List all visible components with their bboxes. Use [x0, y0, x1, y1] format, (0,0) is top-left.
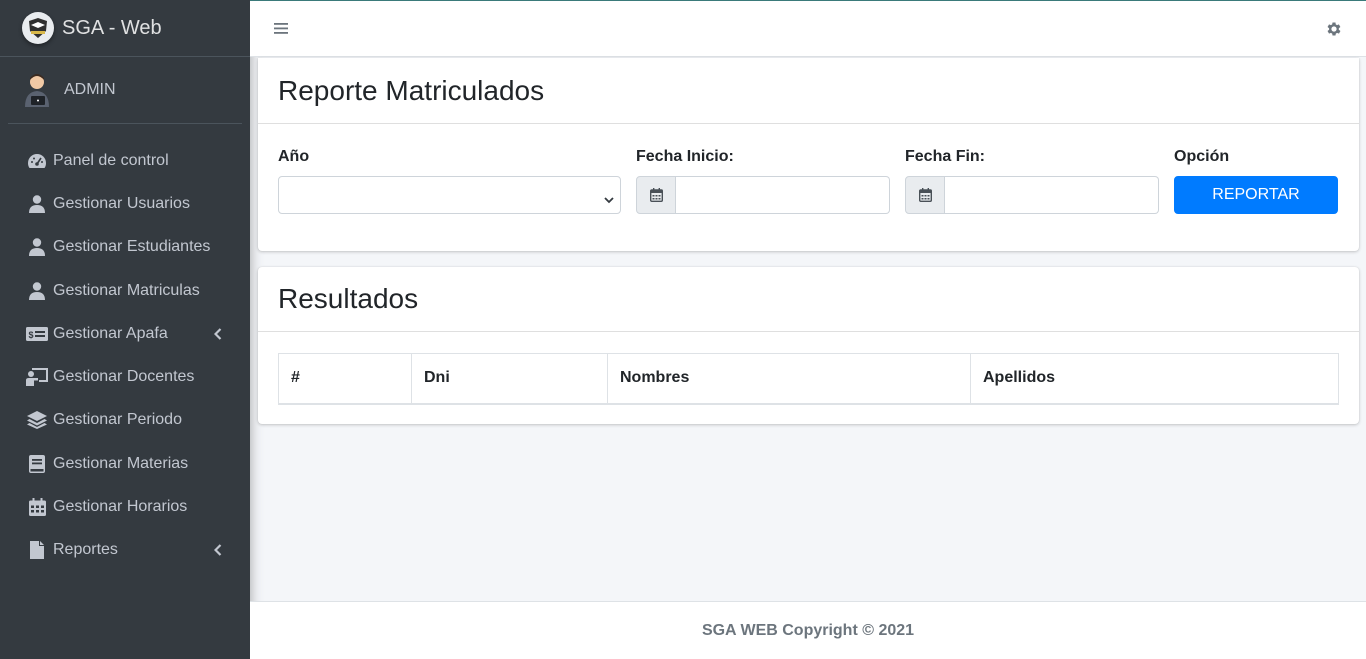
sidebar-item-gestionar-usuarios[interactable]: Gestionar Usuarios: [8, 182, 242, 225]
book-icon: [26, 454, 48, 474]
option-label: Opción: [1174, 148, 1230, 165]
sidebar-item-gestionar-docentes[interactable]: Gestionar Docentes: [8, 355, 242, 398]
user-icon: [26, 281, 48, 301]
gear-icon[interactable]: [1325, 20, 1343, 38]
column-header-number[interactable]: #: [278, 353, 412, 405]
sidebar-nav: Panel de control Gestionar Usuarios Gest…: [0, 139, 250, 572]
brand-link[interactable]: SGA - Web: [0, 0, 250, 57]
sidebar-item-gestionar-matriculas[interactable]: Gestionar Matriculas: [8, 269, 242, 312]
end-date-input[interactable]: [945, 176, 1159, 214]
sidebar-item-reportes[interactable]: Reportes: [8, 529, 242, 572]
chevron-left-icon: [212, 326, 224, 342]
chalkboard-teacher-icon: [26, 367, 48, 387]
hamburger-icon[interactable]: [273, 20, 289, 36]
svg-text:$: $: [29, 330, 34, 340]
report-button[interactable]: REPORTAR: [1174, 176, 1338, 214]
chevron-left-icon: [212, 542, 224, 558]
start-date-label: Fecha Inicio:: [636, 148, 734, 165]
sidebar-item-label: Gestionar Matriculas: [53, 281, 200, 299]
sidebar-item-gestionar-materias[interactable]: Gestionar Materias: [8, 442, 242, 485]
end-date-label: Fecha Fin:: [905, 148, 986, 165]
sidebar-item-label: Gestionar Docentes: [53, 368, 195, 386]
user-laptop-avatar-icon: [20, 72, 54, 108]
results-table-wrapper: # Dni Nombres Apellidos: [278, 353, 1339, 405]
footer: SGA WEB Copyright © 2021: [250, 601, 1366, 659]
page-title: Reporte Matriculados: [278, 74, 545, 106]
results-card-header: Resultados: [258, 267, 1359, 332]
copyright-text: SGA WEB Copyright © 2021: [701, 621, 915, 639]
user-icon: [26, 237, 48, 257]
column-header-nombres[interactable]: Nombres: [607, 353, 971, 405]
start-date-group: [636, 176, 890, 214]
user-panel: ADMIN: [8, 57, 242, 124]
brand-name: SGA - Web: [62, 16, 162, 39]
layer-group-icon: [26, 410, 48, 430]
sidebar-item-label: Panel de control: [53, 151, 169, 169]
start-date-input[interactable]: [676, 176, 890, 214]
results-card: Resultados # Dni Nombres Apellidos: [258, 267, 1359, 424]
sidebar-item-gestionar-periodo[interactable]: Gestionar Periodo: [8, 399, 242, 442]
user-name: ADMIN: [64, 81, 116, 98]
user-icon: [26, 194, 48, 214]
top-navbar: [250, 0, 1366, 57]
chevron-down-icon: [604, 191, 614, 209]
results-title: Resultados: [278, 283, 419, 314]
sidebar-item-panel-de-control[interactable]: Panel de control: [8, 139, 242, 182]
report-form: Año Fecha Inicio: Fecha Fin: Opción REPO…: [258, 124, 1359, 250]
sidebar-item-label: Gestionar Horarios: [53, 498, 188, 516]
report-card-header: Reporte Matriculados: [258, 58, 1359, 124]
report-card: Reporte Matriculados Año Fecha Inicio: F…: [258, 58, 1359, 251]
sidebar-item-gestionar-horarios[interactable]: Gestionar Horarios: [8, 485, 242, 528]
end-date-group: [905, 176, 1159, 214]
column-header-dni[interactable]: Dni: [411, 353, 608, 405]
sidebar-item-label: Gestionar Periodo: [53, 411, 182, 429]
results-table: # Dni Nombres Apellidos: [278, 353, 1339, 405]
year-label: Año: [278, 148, 310, 165]
sidebar-item-label: Reportes: [53, 541, 118, 559]
calendar-icon: [636, 176, 676, 214]
file-icon: [26, 540, 48, 560]
table-header-row: # Dni Nombres Apellidos: [278, 353, 1339, 405]
sidebar-item-label: Gestionar Estudiantes: [53, 238, 211, 256]
calendar-icon: [905, 176, 945, 214]
sidebar-item-gestionar-apafa[interactable]: $ Gestionar Apafa: [8, 312, 242, 355]
sidebar-item-label: Gestionar Materias: [53, 454, 189, 472]
year-select[interactable]: [278, 176, 621, 214]
graduation-crest-icon: [22, 12, 54, 44]
sidebar: SGA - Web ADMIN Panel de control Gestion: [0, 0, 250, 659]
money-bill-icon: $: [26, 324, 48, 344]
sidebar-item-label: Gestionar Usuarios: [53, 194, 190, 212]
sidebar-item-gestionar-estudiantes[interactable]: Gestionar Estudiantes: [8, 226, 242, 269]
column-header-apellidos[interactable]: Apellidos: [970, 353, 1339, 405]
sidebar-item-label: Gestionar Apafa: [53, 324, 168, 342]
tachometer-icon: [26, 151, 48, 171]
calendar-icon: [26, 497, 48, 517]
